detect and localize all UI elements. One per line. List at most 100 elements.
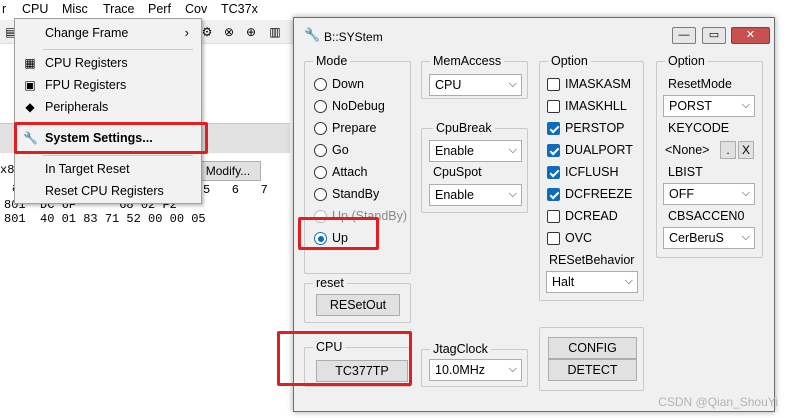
highlight-system-settings	[14, 122, 208, 154]
checkbox-box	[547, 78, 560, 91]
cbsaccen0-select[interactable]: CerBeruS ⌵	[663, 227, 755, 249]
select-value: Enable	[435, 188, 474, 202]
chevron-right-icon: ›	[184, 25, 189, 40]
radio-circle	[314, 144, 327, 157]
close-button[interactable]: ✕	[731, 27, 770, 44]
chevron-down-icon: ⌵	[624, 275, 633, 287]
minimize-button[interactable]: —	[672, 27, 696, 44]
memaccess-select[interactable]: CPU ⌵	[429, 74, 522, 96]
option-label: Option	[548, 54, 591, 68]
cpubreak-label: CpuBreak	[433, 121, 495, 135]
checkbox-label: IMASKHLL	[565, 99, 627, 113]
select-value: Halt	[552, 275, 575, 289]
menubar: r CPU Misc Trace Perf Cov TC37x	[0, 0, 300, 20]
detect-button[interactable]: DETECT	[548, 359, 637, 381]
glasses-icon[interactable]: ⊕	[242, 24, 260, 40]
cpuspot-select[interactable]: Enable ⌵	[429, 184, 522, 206]
select-value: CPU	[435, 78, 462, 92]
radio-label: StandBy	[332, 187, 380, 201]
cpuspot-label: CpuSpot	[433, 165, 482, 179]
chevron-down-icon: ⌵	[508, 144, 517, 156]
jtagclock-select[interactable]: 10.0MHz ⌵	[429, 359, 522, 381]
menu-cov[interactable]: Cov	[185, 2, 207, 16]
menu-item-change-frame[interactable]: Change Frame ›	[15, 23, 201, 45]
radio-label: Prepare	[332, 121, 377, 135]
dialog-titlebar[interactable]: 🔧 B::SYStem — ▭ ✕	[294, 18, 774, 52]
select-value: 10.0MHz	[435, 363, 486, 377]
reset-label: reset	[313, 276, 347, 290]
select-value: PORST	[669, 99, 713, 113]
checkbox-label: IMASKASM	[565, 77, 631, 91]
highlight-mode-up	[298, 217, 379, 250]
column-header: 5 6 7	[203, 183, 268, 197]
menu-perf[interactable]: Perf	[148, 2, 171, 16]
menu-separator	[43, 49, 193, 50]
cpu-dropdown-menu: Change Frame › ▦ CPU Registers ▣ FPU Reg…	[14, 18, 202, 204]
menu-misc[interactable]: Misc	[62, 2, 88, 16]
checkbox-label: OVC	[565, 231, 593, 245]
checkbox-box	[547, 210, 560, 223]
cpubreak-select[interactable]: Enable ⌵	[429, 140, 522, 162]
dialog-title: B::SYStem	[324, 30, 383, 44]
highlight-cpu-type	[277, 331, 412, 386]
menu-item-in-target-reset[interactable]: In Target Reset	[15, 159, 201, 181]
radio-circle	[314, 188, 327, 201]
chevron-down-icon: ⌵	[508, 363, 517, 375]
chevron-down-icon: ⌵	[508, 78, 517, 90]
menu-item-reset-cpu-registers[interactable]: Reset CPU Registers	[15, 181, 201, 203]
radio-circle	[314, 166, 327, 179]
keycode-label: KEYCODE	[668, 121, 730, 135]
menu-tc37x[interactable]: TC37x	[221, 2, 258, 16]
radio-label: Attach	[332, 165, 368, 179]
memory-row: 801 40 01 83 71 52 00 00 05	[4, 212, 206, 226]
radio-label: Down	[332, 77, 364, 91]
memaccess-label: MemAccess	[430, 54, 505, 68]
binoculars-icon[interactable]: ⊗	[220, 24, 238, 40]
menu-item-label: Peripherals	[45, 100, 109, 114]
config-button[interactable]: CONFIG	[548, 337, 637, 359]
modify-button[interactable]: Modify...	[195, 161, 261, 181]
menu-item-cpu-registers[interactable]: ▦ CPU Registers	[15, 53, 201, 75]
lbist-select[interactable]: OFF ⌵	[663, 183, 755, 205]
resetmode-select[interactable]: PORST ⌵	[663, 95, 755, 117]
checkbox-label: PERSTOP	[565, 121, 625, 135]
menu-item-peripherals[interactable]: ◆ Peripherals	[15, 97, 201, 119]
keycode-browse-button[interactable]: .	[720, 141, 736, 159]
maximize-button[interactable]: ▭	[702, 27, 726, 44]
keycode-clear-button[interactable]: X	[738, 141, 754, 159]
menu-fragment: r	[2, 2, 7, 16]
radio-circle	[314, 78, 327, 91]
checkbox-label: DCFREEZE	[565, 187, 633, 201]
menu-item-label: Reset CPU Registers	[45, 184, 164, 198]
registers-icon: ▦	[24, 56, 36, 70]
resetbehavior-label: RESetBehavior	[549, 253, 635, 267]
menu-item-label: Change Frame	[45, 26, 129, 40]
keycode-value: <None>	[665, 143, 710, 157]
checkbox-box-checked	[547, 166, 560, 179]
radio-circle	[314, 122, 327, 135]
menu-trace[interactable]: Trace	[103, 2, 135, 16]
menu-item-label: FPU Registers	[45, 78, 127, 92]
lbist-label: LBIST	[668, 165, 703, 179]
radio-circle	[314, 100, 327, 113]
chip-icon: ◆	[25, 100, 35, 114]
checkbox-box	[547, 232, 560, 245]
checkbox-label: DCREAD	[565, 209, 618, 223]
jtagclock-label: JtagClock	[430, 342, 491, 356]
checkbox-label: DUALPORT	[565, 143, 633, 157]
chevron-down-icon: ⌵	[741, 231, 750, 243]
list-icon[interactable]: ▥	[266, 24, 284, 40]
menu-cpu[interactable]: CPU	[22, 2, 48, 16]
resetbehavior-select[interactable]: Halt ⌵	[546, 271, 638, 293]
wrench-icon: 🔧	[304, 27, 321, 42]
cbsaccen0-label: CBSACCEN0	[668, 209, 745, 223]
checkbox-box-checked	[547, 144, 560, 157]
select-value: OFF	[669, 187, 694, 201]
chevron-down-icon: ⌵	[741, 187, 750, 199]
watermark: CSDN @Qian_ShouYi	[658, 395, 778, 409]
option-label: Option	[665, 54, 708, 68]
checkbox-box-checked	[547, 188, 560, 201]
menu-item-fpu-registers[interactable]: ▣ FPU Registers	[15, 75, 201, 97]
select-value: Enable	[435, 144, 474, 158]
resetout-button[interactable]: RESetOut	[316, 294, 400, 316]
